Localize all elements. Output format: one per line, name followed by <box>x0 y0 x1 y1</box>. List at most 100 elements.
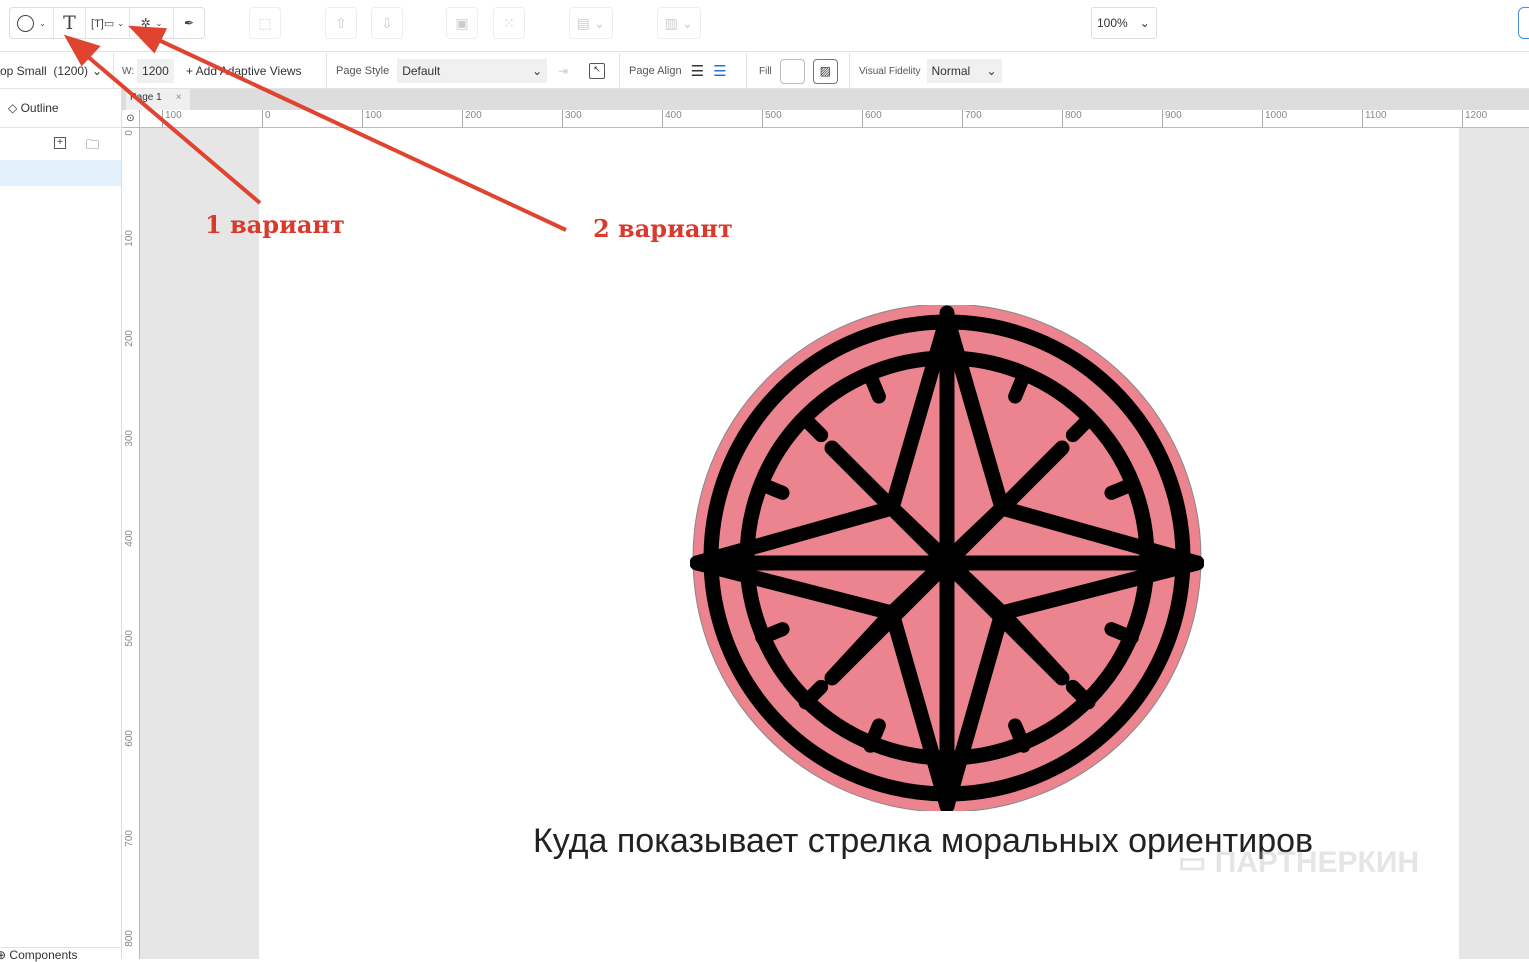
align-center-button[interactable]: ☰ <box>713 62 726 80</box>
ruler-tick-label: 1000 <box>1262 110 1287 127</box>
fidelity-value: Normal <box>931 64 971 78</box>
ruler-tick-label: 400 <box>124 530 135 547</box>
components-header[interactable]: ⊕ Components <box>0 948 77 962</box>
watermark-text: ПАРТНЕРКИН <box>1214 846 1420 879</box>
chevron-down-icon: ⌄ <box>92 64 103 78</box>
ruler-tick-label: 300 <box>562 110 582 127</box>
ruler-tick-label: 1100 <box>1362 110 1387 127</box>
outline-header[interactable]: ◇ Outline <box>8 101 59 115</box>
combine-button[interactable]: ▣ <box>446 7 478 39</box>
watermark-logo-icon: ▭ <box>1178 846 1207 879</box>
compass-tick <box>755 622 790 645</box>
compass-tick <box>755 477 790 500</box>
ruler-tick-label: 700 <box>124 830 135 847</box>
add-folder-button[interactable]: 🗀 <box>86 136 99 158</box>
group-icon: ⬚ <box>258 14 272 31</box>
view-bar: op Small (1200) ⌄ W: 1200 + Add Adaptive V… <box>0 53 1529 89</box>
bring-front-button[interactable]: ⇧ <box>325 7 357 39</box>
page-style-value: Default <box>402 64 441 78</box>
arrow-circle-icon: ⇥ <box>558 64 569 78</box>
ruler-tick-label: 600 <box>862 110 882 127</box>
distribute-icon: ▥ ⌄ <box>664 14 694 31</box>
compass-tick <box>1104 622 1139 645</box>
width-input[interactable]: 1200 <box>137 59 174 83</box>
compass-tick <box>1008 369 1031 404</box>
combine-icon: ▣ <box>455 14 469 31</box>
width-label: W: <box>122 65 135 77</box>
compass-tick <box>1104 477 1139 500</box>
compass-tick <box>863 718 886 753</box>
page-list-item-selected[interactable] <box>0 160 121 186</box>
main-toolbar: ⌄ T [T]▭ ⌄ ✲ ⌄ ✒ ⬚ ⇧ ⇩ ▣ ⁙ ▤ ⌄ ▥ ⌄ 100% ⌄ <box>0 0 1529 52</box>
divider <box>113 53 114 89</box>
pen-icon: ✒ <box>183 16 195 30</box>
distribute-button[interactable]: ▥ ⌄ <box>657 7 701 39</box>
tab-page-1[interactable]: Page 1 × <box>126 89 190 110</box>
share-button[interactable] <box>1518 7 1529 39</box>
send-back-button[interactable]: ⇩ <box>371 7 403 39</box>
chevron-down-icon: ⌄ <box>1139 16 1150 30</box>
page-align-label: Page Align <box>629 65 682 77</box>
vertical-ruler: 0 100 200 300 400 500 600 700 800 <box>122 128 140 959</box>
ruler-tick-label: 200 <box>462 110 482 127</box>
fill-color-swatch[interactable] <box>779 58 805 84</box>
ruler-tick-label: 0 <box>124 130 135 136</box>
add-page-button[interactable]: + <box>54 137 66 149</box>
chevron-down-icon: ⌄ <box>532 64 543 78</box>
device-label: op Small (1200) <box>0 64 89 78</box>
text-tool-button[interactable]: T <box>54 8 86 38</box>
align-left-button[interactable]: ☰ <box>691 62 704 80</box>
page-tabs <box>122 89 1529 110</box>
chevron-down-icon: ⌄ <box>986 64 997 78</box>
pen-tool-button[interactable]: ✒ <box>174 8 204 38</box>
annotation-1: 1 вариант <box>205 210 345 239</box>
page-style-label: Page Style <box>336 65 390 77</box>
ruler-tick-label: 500 <box>124 630 135 647</box>
image-icon: ▨ <box>819 63 831 78</box>
fill-label: Fill <box>759 65 772 77</box>
page-style-manage-button[interactable]: ⇥ <box>558 53 568 89</box>
folder-plus-icon: 🗀 <box>86 137 100 152</box>
divider <box>619 53 620 89</box>
break-apart-button[interactable]: ⁙ <box>493 7 525 39</box>
device-select[interactable]: op Small (1200) ⌄ <box>0 53 102 89</box>
divider <box>0 127 121 128</box>
ruler-tick-label: 200 <box>124 330 135 347</box>
circle-icon <box>17 14 35 32</box>
add-adaptive-views-button[interactable]: + Add Adaptive Views <box>186 53 302 89</box>
zoom-value: 100% <box>1097 16 1128 30</box>
fidelity-label: Visual Fidelity <box>859 65 921 77</box>
ellipse-tool-button[interactable]: ⌄ <box>10 8 54 38</box>
divider <box>326 53 327 89</box>
hotspot-icon: ✲ <box>140 16 151 30</box>
chevron-down-icon: ⌄ <box>117 18 124 28</box>
chevron-down-icon: ⌄ <box>155 18 163 28</box>
close-icon[interactable]: × <box>176 92 182 103</box>
ruler-tick-label: 400 <box>662 110 682 127</box>
chevron-down-icon: ⌄ <box>39 18 46 28</box>
group-button[interactable]: ⬚ <box>249 7 281 39</box>
fill-image-button[interactable]: ▨ <box>812 58 838 84</box>
hotspot-tool-button[interactable]: ✲ ⌄ <box>130 8 174 38</box>
compass-image[interactable] <box>690 305 1204 811</box>
ruler-origin-icon[interactable]: ⊙ <box>122 110 140 128</box>
ruler-tick-label: 100 <box>124 230 135 247</box>
ruler-tick-label: 100 <box>362 110 382 127</box>
bring-front-icon: ⇧ <box>335 14 347 31</box>
fidelity-select[interactable]: Normal ⌄ <box>926 59 1002 83</box>
compass-tick <box>1008 718 1031 753</box>
align-icon: ▤ ⌄ <box>576 14 606 31</box>
text-field-tool-button[interactable]: [T]▭ ⌄ <box>86 8 130 38</box>
outline-icon: ◇ <box>8 101 18 115</box>
page-style-edit-button[interactable]: ↖ <box>589 63 605 79</box>
ruler-tick-label: 700 <box>962 110 982 127</box>
align-button[interactable]: ▤ ⌄ <box>569 7 613 39</box>
text-field-icon: [T]▭ <box>91 17 115 30</box>
ruler-tick-label: 600 <box>124 730 135 747</box>
break-icon: ⁙ <box>503 14 515 31</box>
zoom-select[interactable]: 100% ⌄ <box>1091 7 1157 39</box>
ruler-tick-label: 500 <box>762 110 782 127</box>
page-style-select[interactable]: Default ⌄ <box>397 59 548 83</box>
ruler-tick-label: 0 <box>262 110 271 127</box>
compass-tick <box>863 369 886 404</box>
